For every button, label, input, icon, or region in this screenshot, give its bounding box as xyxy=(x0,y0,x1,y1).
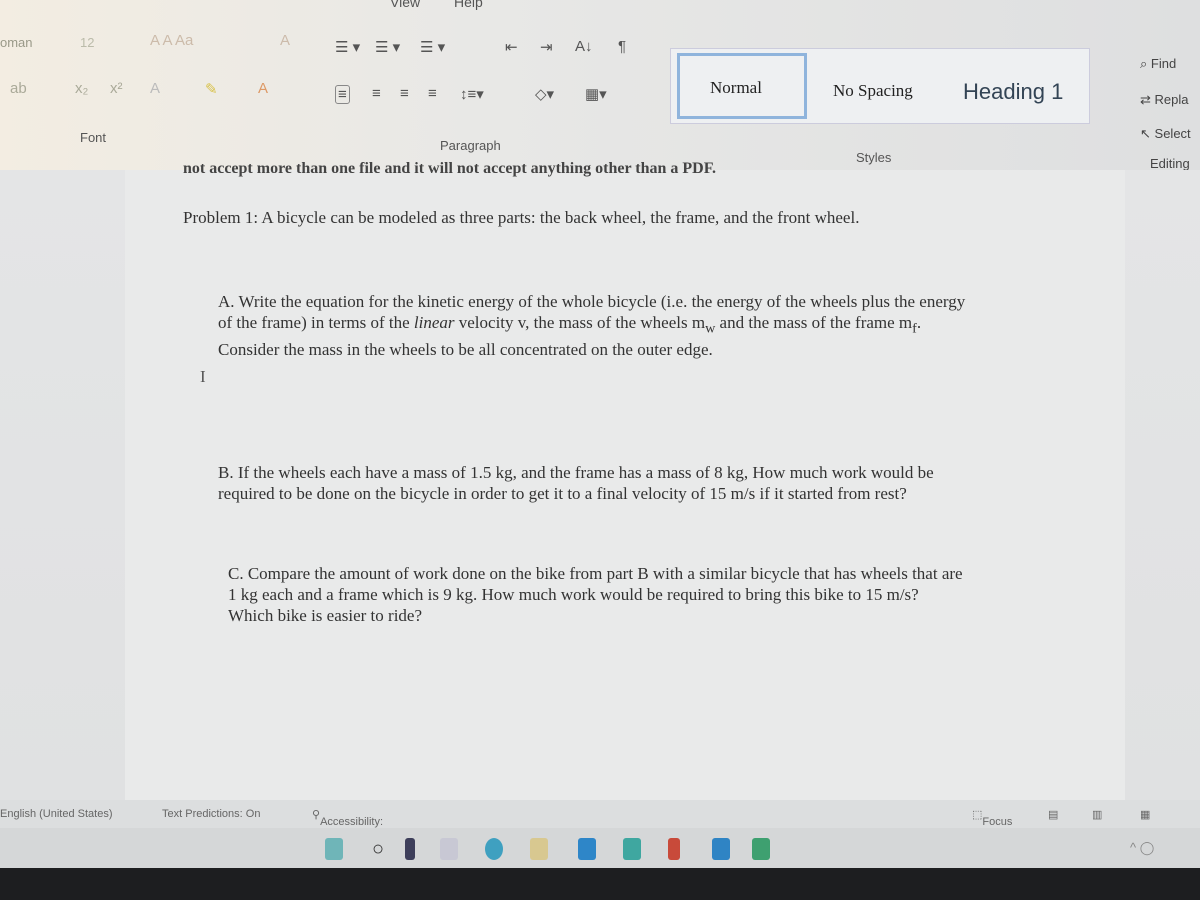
instructions-banner: not accept more than one file and it wil… xyxy=(183,160,717,177)
replace-button[interactable]: ⇄ Repla xyxy=(1140,92,1189,108)
font-name-dropdown[interactable]: oman xyxy=(0,35,33,50)
increase-indent-icon[interactable]: ⇥ xyxy=(540,38,553,56)
part-a: A. Write the equation for the kinetic en… xyxy=(218,292,966,360)
office-icon[interactable] xyxy=(668,838,680,860)
paragraph-group-label: Paragraph xyxy=(440,138,501,153)
numbering-icon[interactable]: ☰ ▾ xyxy=(375,38,400,56)
font-size-dropdown[interactable]: 12 xyxy=(80,35,94,50)
select-button[interactable]: ↖ Select xyxy=(1140,126,1191,142)
ribbon: View Help oman 12 A A Aa A ab x₂ x² A ✎ … xyxy=(0,0,1200,171)
text-cursor-icon: I xyxy=(200,367,206,386)
accessibility-status[interactable]: ⚲ Accessibility: Unavailable xyxy=(312,808,383,840)
replace-icon: ⇄ xyxy=(1140,92,1151,107)
search-icon: ⌕ xyxy=(1140,56,1148,71)
widgets-icon[interactable] xyxy=(440,838,458,860)
superscript-icon[interactable]: x² xyxy=(110,80,123,97)
align-left-icon[interactable]: ≡ xyxy=(335,85,350,104)
multilevel-list-icon[interactable]: ☰ ▾ xyxy=(420,38,445,56)
language-status[interactable]: English (United States) xyxy=(0,808,113,820)
focus-button[interactable]: ⬚ Focus xyxy=(972,808,1012,828)
menu-view[interactable]: View xyxy=(390,0,420,10)
font-group-label: Font xyxy=(80,130,107,145)
taskbar: ○ ^ ◯ xyxy=(0,828,1200,868)
clear-formatting-icon[interactable]: A xyxy=(280,32,290,49)
sort-icon[interactable]: A↓ xyxy=(575,38,593,55)
strikethrough-icon[interactable]: ab xyxy=(10,80,27,97)
part-b: B. If the wheels each have a mass of 1.5… xyxy=(218,463,934,503)
bullets-icon[interactable]: ☰ ▾ xyxy=(335,38,360,56)
menu-help[interactable]: Help xyxy=(454,0,483,10)
highlight-icon[interactable]: ✎ xyxy=(205,80,218,98)
text-predictions-status[interactable]: Text Predictions: On xyxy=(162,808,260,820)
style-heading-1[interactable]: Heading 1 xyxy=(963,79,1063,105)
styles-gallery: Normal No Spacing Heading 1 xyxy=(670,48,1090,124)
cursor-icon: ↖ xyxy=(1140,126,1151,141)
document-area: not accept more than one file and it wil… xyxy=(0,160,1200,800)
menu-bar: View Help xyxy=(390,0,513,10)
justify-icon[interactable]: ≡ xyxy=(428,85,437,102)
start-icon[interactable] xyxy=(325,838,343,860)
monitor-bezel xyxy=(0,868,1200,900)
decrease-indent-icon[interactable]: ⇤ xyxy=(505,38,518,56)
search-icon[interactable]: ○ xyxy=(372,838,390,860)
pilcrow-icon[interactable]: ¶ xyxy=(618,38,626,55)
status-bar: English (United States) Text Predictions… xyxy=(0,800,1200,840)
edge-icon[interactable] xyxy=(485,838,503,860)
subscript-icon[interactable]: x₂ xyxy=(75,80,88,97)
editing-group-label: Editing xyxy=(1150,156,1190,171)
mail-icon[interactable] xyxy=(623,838,641,860)
align-right-icon[interactable]: ≡ xyxy=(400,85,409,102)
file-explorer-icon[interactable] xyxy=(405,838,415,860)
problem-statement: Problem 1: A bicycle can be modeled as t… xyxy=(183,208,860,227)
part-c: C. Compare the amount of work done on th… xyxy=(228,564,963,625)
system-tray-icon[interactable]: ^ ◯ xyxy=(1130,840,1154,856)
read-mode-icon[interactable]: ▤ xyxy=(1048,808,1058,821)
style-no-spacing[interactable]: No Spacing xyxy=(833,81,913,101)
text-effects-icon[interactable]: A xyxy=(150,80,160,97)
excel-icon[interactable] xyxy=(752,838,770,860)
font-color-icon[interactable]: A xyxy=(258,80,268,97)
print-layout-icon[interactable]: ▥ xyxy=(1092,808,1102,821)
web-layout-icon[interactable]: ▦ xyxy=(1140,808,1150,821)
shading-icon[interactable]: ◇▾ xyxy=(535,85,554,103)
line-spacing-icon[interactable]: ↕≡▾ xyxy=(460,85,484,103)
grow-font-icon[interactable]: A A Aa xyxy=(150,32,193,49)
store-icon[interactable] xyxy=(578,838,596,860)
folder-icon[interactable] xyxy=(530,838,548,860)
align-center-icon[interactable]: ≡ xyxy=(372,85,381,102)
find-button[interactable]: ⌕ Find xyxy=(1140,56,1176,72)
borders-icon[interactable]: ▦▾ xyxy=(585,85,607,103)
style-normal[interactable]: Normal xyxy=(677,53,807,119)
outlook-icon[interactable] xyxy=(712,838,730,860)
